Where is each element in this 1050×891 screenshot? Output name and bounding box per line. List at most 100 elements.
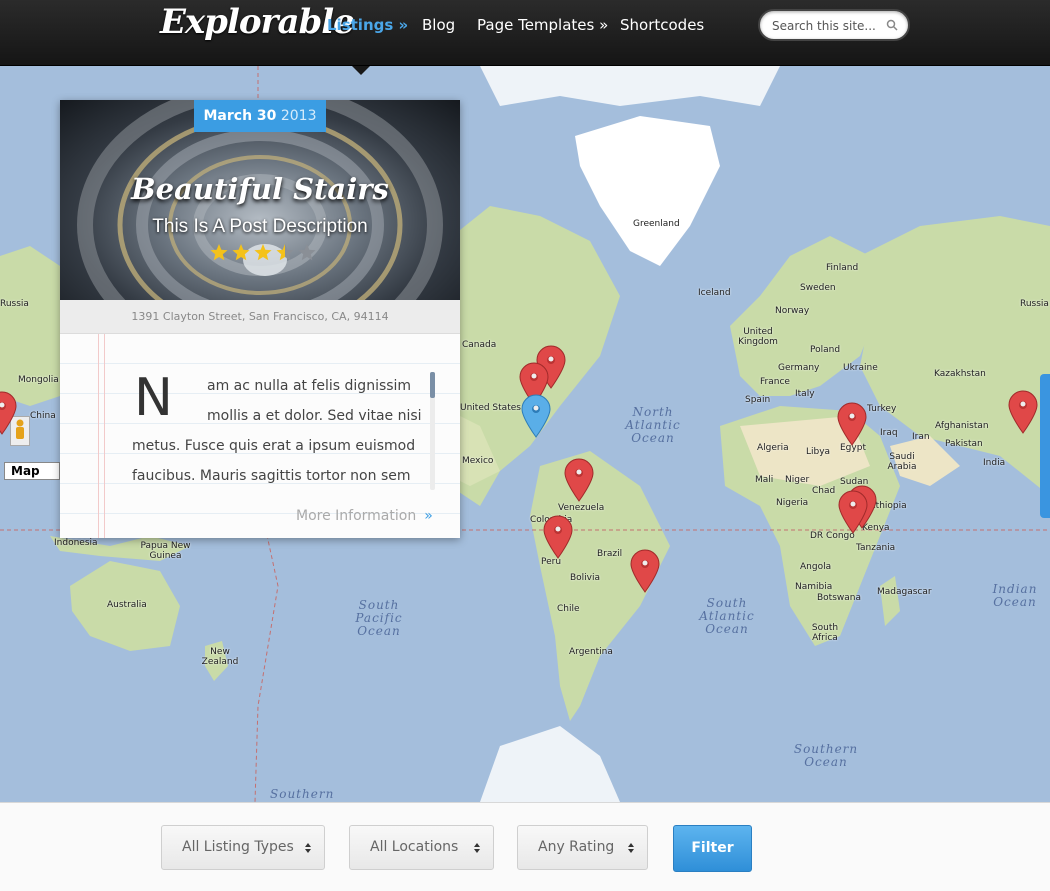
excerpt-line: metus. Fusce quis erat a ipsum euismod <box>132 438 416 454</box>
listing-excerpt-area: N am ac nulla at felis dignissim mollis … <box>60 334 460 538</box>
date-year: 2013 <box>280 108 317 124</box>
label-madagascar: Madagascar <box>877 587 932 597</box>
label-russia-left: Russia <box>0 299 29 309</box>
map-marker-pin-icon[interactable] <box>629 549 661 593</box>
excerpt-line: mollis a et dolor. Sed vitae nisi <box>207 408 422 424</box>
label-venezuela: Venezuela <box>558 503 605 513</box>
select-updown-icon <box>305 843 311 853</box>
label-mexico: Mexico <box>462 456 494 466</box>
label-mongolia: Mongolia <box>18 375 59 385</box>
label-russia-right: Russia <box>1020 299 1049 309</box>
site-header: Explorable Listings » Blog Page Template… <box>0 0 1050 66</box>
label-australia: Australia <box>107 600 147 610</box>
more-information-link[interactable]: More Information » <box>296 508 433 524</box>
star-icon <box>254 244 272 261</box>
map-side-tab[interactable] <box>1040 374 1050 518</box>
scrollbar-thumb[interactable] <box>430 372 435 398</box>
search-icon[interactable] <box>886 19 898 31</box>
more-information-label: More Information <box>296 508 417 524</box>
label-united-kingdom: United Kingdom <box>738 327 778 347</box>
label-iraq: Iraq <box>880 428 898 438</box>
label-chad: Chad <box>812 486 836 496</box>
listing-type-select[interactable]: All Listing Types <box>161 825 325 870</box>
map-marker-pin-icon[interactable] <box>837 490 869 534</box>
map-marker-pin-icon[interactable] <box>0 391 18 435</box>
search-box <box>758 9 910 41</box>
label-iran: Iran <box>912 432 930 442</box>
label-canada: Canada <box>462 340 497 350</box>
label-greenland: Greenland <box>633 219 680 229</box>
label-poland: Poland <box>810 345 841 355</box>
map-type-button[interactable]: Map <box>4 462 60 480</box>
listing-title[interactable]: Beautiful Stairs <box>60 172 460 206</box>
label-china: China <box>30 411 56 421</box>
label-afghanistan: Afghanistan <box>935 421 989 431</box>
label-germany: Germany <box>778 363 820 373</box>
map-marker-pin-icon[interactable] <box>563 458 595 502</box>
label-pakistan: Pakistan <box>945 439 983 449</box>
notebook-margin-line <box>104 334 105 538</box>
label-new-zealand: New Zealand <box>201 647 239 667</box>
rating-stars <box>210 244 316 261</box>
label-france: France <box>760 377 790 387</box>
location-select[interactable]: All Locations <box>349 825 494 870</box>
filter-button[interactable]: Filter <box>673 825 752 872</box>
label-india: India <box>983 458 1006 468</box>
notebook-margin-line <box>98 334 99 538</box>
listing-card[interactable]: March 30 2013 Beautiful Stairs This Is A… <box>60 100 460 538</box>
excerpt-line: faucibus. Mauris sagittis tortor non sem <box>132 468 411 484</box>
map-marker-pin-icon[interactable] <box>836 402 868 446</box>
nav-active-pointer <box>352 66 370 75</box>
label-brazil: Brazil <box>597 549 623 559</box>
label-angola: Angola <box>800 562 832 572</box>
ocean-south-atlantic: South Atlantic Ocean <box>699 596 755 636</box>
label-nigeria: Nigeria <box>776 498 809 508</box>
listing-photo[interactable]: March 30 2013 Beautiful Stairs This Is A… <box>60 100 460 300</box>
date-month-day: March 30 <box>203 108 277 124</box>
search-input[interactable] <box>772 17 882 35</box>
excerpt-scrollbar[interactable] <box>430 372 435 490</box>
site-logo[interactable]: Explorable <box>160 2 355 42</box>
label-libya: Libya <box>806 447 831 457</box>
label-kazakhstan: Kazakhstan <box>934 369 986 379</box>
label-mali: Mali <box>755 475 774 485</box>
listing-address: 1391 Clayton Street, San Francisco, CA, … <box>60 300 460 334</box>
nav-blog[interactable]: Blog <box>422 16 455 34</box>
rating-value: Any Rating <box>538 839 615 855</box>
ocean-south-pacific: South Pacific Ocean <box>355 598 403 638</box>
label-iceland: Iceland <box>698 288 731 298</box>
nav-listings[interactable]: Listings » <box>327 16 408 34</box>
label-italy: Italy <box>795 389 815 399</box>
double-chevron-right-icon: » <box>424 508 433 524</box>
date-badge: March 30 2013 <box>194 100 326 132</box>
rating-select[interactable]: Any Rating <box>517 825 648 870</box>
ocean-north-atlantic: North Atlantic Ocean <box>625 405 681 445</box>
label-chile: Chile <box>557 604 580 614</box>
map-marker-pin-selected-icon[interactable] <box>520 394 552 438</box>
label-turkey: Turkey <box>867 404 897 414</box>
nav-page-templates[interactable]: Page Templates » <box>477 16 608 34</box>
excerpt-line: am ac nulla at felis dignissim <box>207 378 412 394</box>
ocean-indian: Indian Ocean <box>992 582 1038 609</box>
star-icon <box>232 244 250 261</box>
ocean-southern: Southern Ocean <box>793 742 859 769</box>
label-finland: Finland <box>826 263 859 273</box>
label-south-africa: South Africa <box>811 623 839 643</box>
select-updown-icon <box>628 843 634 853</box>
label-botswana: Botswana <box>817 593 861 603</box>
listing-filter-bar: All Listing Types All Locations Any Rati… <box>0 802 1050 891</box>
label-saudi-arabia: Saudi Arabia <box>887 452 917 472</box>
map-marker-pin-icon[interactable] <box>542 515 574 559</box>
label-argentina: Argentina <box>569 647 613 657</box>
label-namibia: Namibia <box>795 582 833 592</box>
star-icon <box>210 244 228 261</box>
map-marker-pin-icon[interactable] <box>1007 390 1039 434</box>
label-ukraine: Ukraine <box>843 363 878 373</box>
label-papua-new-guinea: Papua New Guinea <box>140 541 191 561</box>
label-niger: Niger <box>785 475 810 485</box>
label-spain: Spain <box>745 395 771 405</box>
listing-excerpt: am ac nulla at felis dignissim mollis a … <box>132 371 427 491</box>
star-icon <box>276 244 294 261</box>
label-algeria: Algeria <box>757 443 789 453</box>
nav-shortcodes[interactable]: Shortcodes <box>620 16 704 34</box>
